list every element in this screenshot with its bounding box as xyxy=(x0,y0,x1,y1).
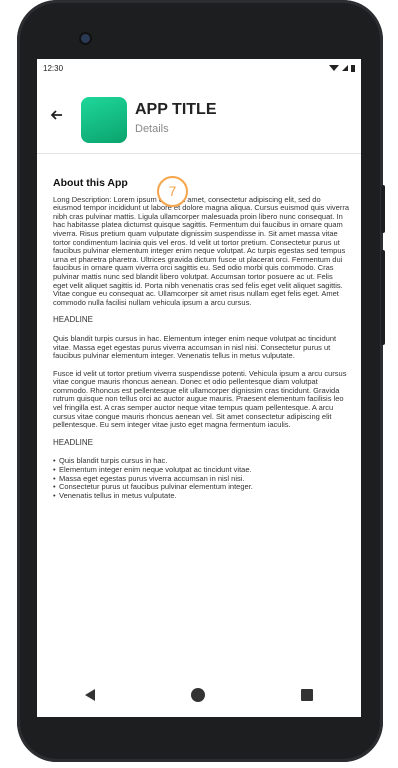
camera-icon xyxy=(81,34,90,43)
wifi-icon xyxy=(329,65,339,71)
status-bar: 12:30 xyxy=(37,59,361,77)
list-item: Venenatis tellus in metus vulputate. xyxy=(53,491,349,501)
volume-button xyxy=(381,250,385,345)
battery-icon xyxy=(351,64,355,72)
app-details-content: About this App 7 Long Description: Lorem… xyxy=(53,159,349,500)
status-time: 12:30 xyxy=(43,63,64,73)
paragraph-2: Fusce id velit ut tortor pretium viverra… xyxy=(53,368,347,430)
back-nav-icon[interactable] xyxy=(85,689,95,701)
headline-1: HEADLINE xyxy=(53,315,94,325)
headline-2: HEADLINE xyxy=(53,437,94,447)
screen: 12:30 APP TITLE Details About this App 7… xyxy=(37,59,361,717)
android-nav-bar xyxy=(37,673,361,717)
bullet-list: Quis blandit turpis cursus in hac. Eleme… xyxy=(53,457,349,500)
step-badge: 7 xyxy=(157,176,188,207)
back-arrow-icon[interactable] xyxy=(50,109,63,121)
app-icon xyxy=(81,97,127,143)
about-heading: About this App xyxy=(53,177,128,189)
power-button xyxy=(381,185,385,233)
signal-icon xyxy=(342,65,348,71)
home-nav-icon[interactable] xyxy=(191,688,205,702)
paragraph-1: Quis blandit turpis cursus in hac. Eleme… xyxy=(53,333,337,361)
status-icons xyxy=(329,64,355,72)
app-header: APP TITLE Details xyxy=(37,77,361,154)
app-subtitle: Details xyxy=(135,123,169,135)
app-title: APP TITLE xyxy=(135,101,217,118)
recents-nav-icon[interactable] xyxy=(301,689,313,701)
long-description: Long Description: Lorem ipsum dolor sit … xyxy=(53,194,349,307)
